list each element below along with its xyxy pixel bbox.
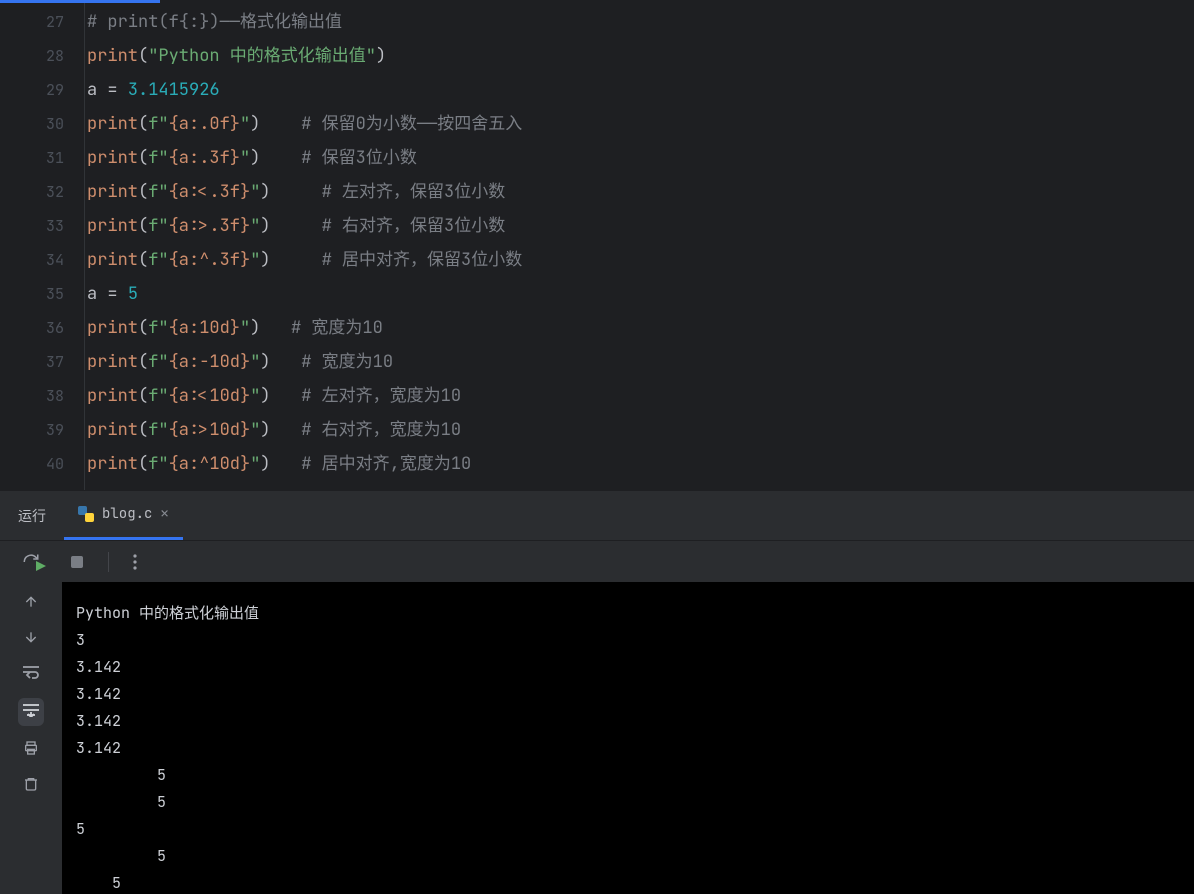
console-panel: Python 中的格式化输出值 3 3.142 3.142 3.142 3.14… <box>0 582 1194 894</box>
line-number: 27 <box>0 5 84 39</box>
line-number: 39 <box>0 413 84 447</box>
code-line[interactable]: print(f"{a:-10d}") # 宽度为10 <box>85 345 1194 379</box>
scroll-to-end-icon[interactable] <box>18 698 44 726</box>
code-area[interactable]: # print(f{:})——格式化输出值print("Python 中的格式化… <box>84 3 1194 490</box>
python-icon <box>78 506 94 522</box>
more-icon[interactable] <box>133 554 137 570</box>
code-line[interactable]: print(f"{a:>10d}") # 右对齐，宽度为10 <box>85 413 1194 447</box>
line-number: 35 <box>0 277 84 311</box>
close-icon[interactable]: ✕ <box>160 505 168 523</box>
run-panel-header: 运行 blog.c ✕ <box>0 490 1194 540</box>
code-line[interactable]: print(f"{a:>.3f}") # 右对齐，保留3位小数 <box>85 209 1194 243</box>
run-toolbar <box>0 540 1194 582</box>
code-line[interactable]: print(f"{a:10d}") # 宽度为10 <box>85 311 1194 345</box>
console-side-toolbar <box>0 582 62 894</box>
arrow-up-icon[interactable] <box>23 594 39 615</box>
line-number: 36 <box>0 311 84 345</box>
code-line[interactable]: print(f"{a:.0f}") # 保留0为小数——按四舍五入 <box>85 107 1194 141</box>
line-number: 28 <box>0 39 84 73</box>
line-number-gutter: 2728293031323334353637383940 <box>0 3 84 490</box>
code-line[interactable]: a = 3.1415926 <box>85 73 1194 107</box>
code-line[interactable]: print(f"{a:^10d}") # 居中对齐,宽度为10 <box>85 447 1194 481</box>
code-line[interactable]: print("Python 中的格式化输出值") <box>85 39 1194 73</box>
line-number: 33 <box>0 209 84 243</box>
stop-icon[interactable] <box>70 555 84 569</box>
soft-wrap-icon[interactable] <box>22 664 40 684</box>
run-panel-title: 运行 <box>0 491 64 540</box>
line-number: 37 <box>0 345 84 379</box>
code-line[interactable]: # print(f{:})——格式化输出值 <box>85 5 1194 39</box>
code-line[interactable]: print(f"{a:<10d}") # 左对齐，宽度为10 <box>85 379 1194 413</box>
toolbar-separator <box>108 552 109 572</box>
code-line[interactable]: print(f"{a:^.3f}") # 居中对齐，保留3位小数 <box>85 243 1194 277</box>
code-line[interactable]: print(f"{a:.3f}") # 保留3位小数 <box>85 141 1194 175</box>
code-editor[interactable]: 2728293031323334353637383940 # print(f{:… <box>0 3 1194 490</box>
line-number: 34 <box>0 243 84 277</box>
trash-icon[interactable] <box>23 775 39 798</box>
print-icon[interactable] <box>22 740 40 761</box>
line-number: 38 <box>0 379 84 413</box>
code-line[interactable]: print(f"{a:<.3f}") # 左对齐，保留3位小数 <box>85 175 1194 209</box>
line-number: 30 <box>0 107 84 141</box>
line-number: 32 <box>0 175 84 209</box>
code-line[interactable]: a = 5 <box>85 277 1194 311</box>
line-number: 31 <box>0 141 84 175</box>
run-tab-blog-c[interactable]: blog.c ✕ <box>64 491 183 540</box>
line-number: 40 <box>0 447 84 481</box>
line-number: 29 <box>0 73 84 107</box>
run-tab-label: blog.c <box>102 505 152 523</box>
console-output[interactable]: Python 中的格式化输出值 3 3.142 3.142 3.142 3.14… <box>62 582 1194 894</box>
arrow-down-icon[interactable] <box>23 629 39 650</box>
rerun-icon[interactable] <box>22 553 46 571</box>
